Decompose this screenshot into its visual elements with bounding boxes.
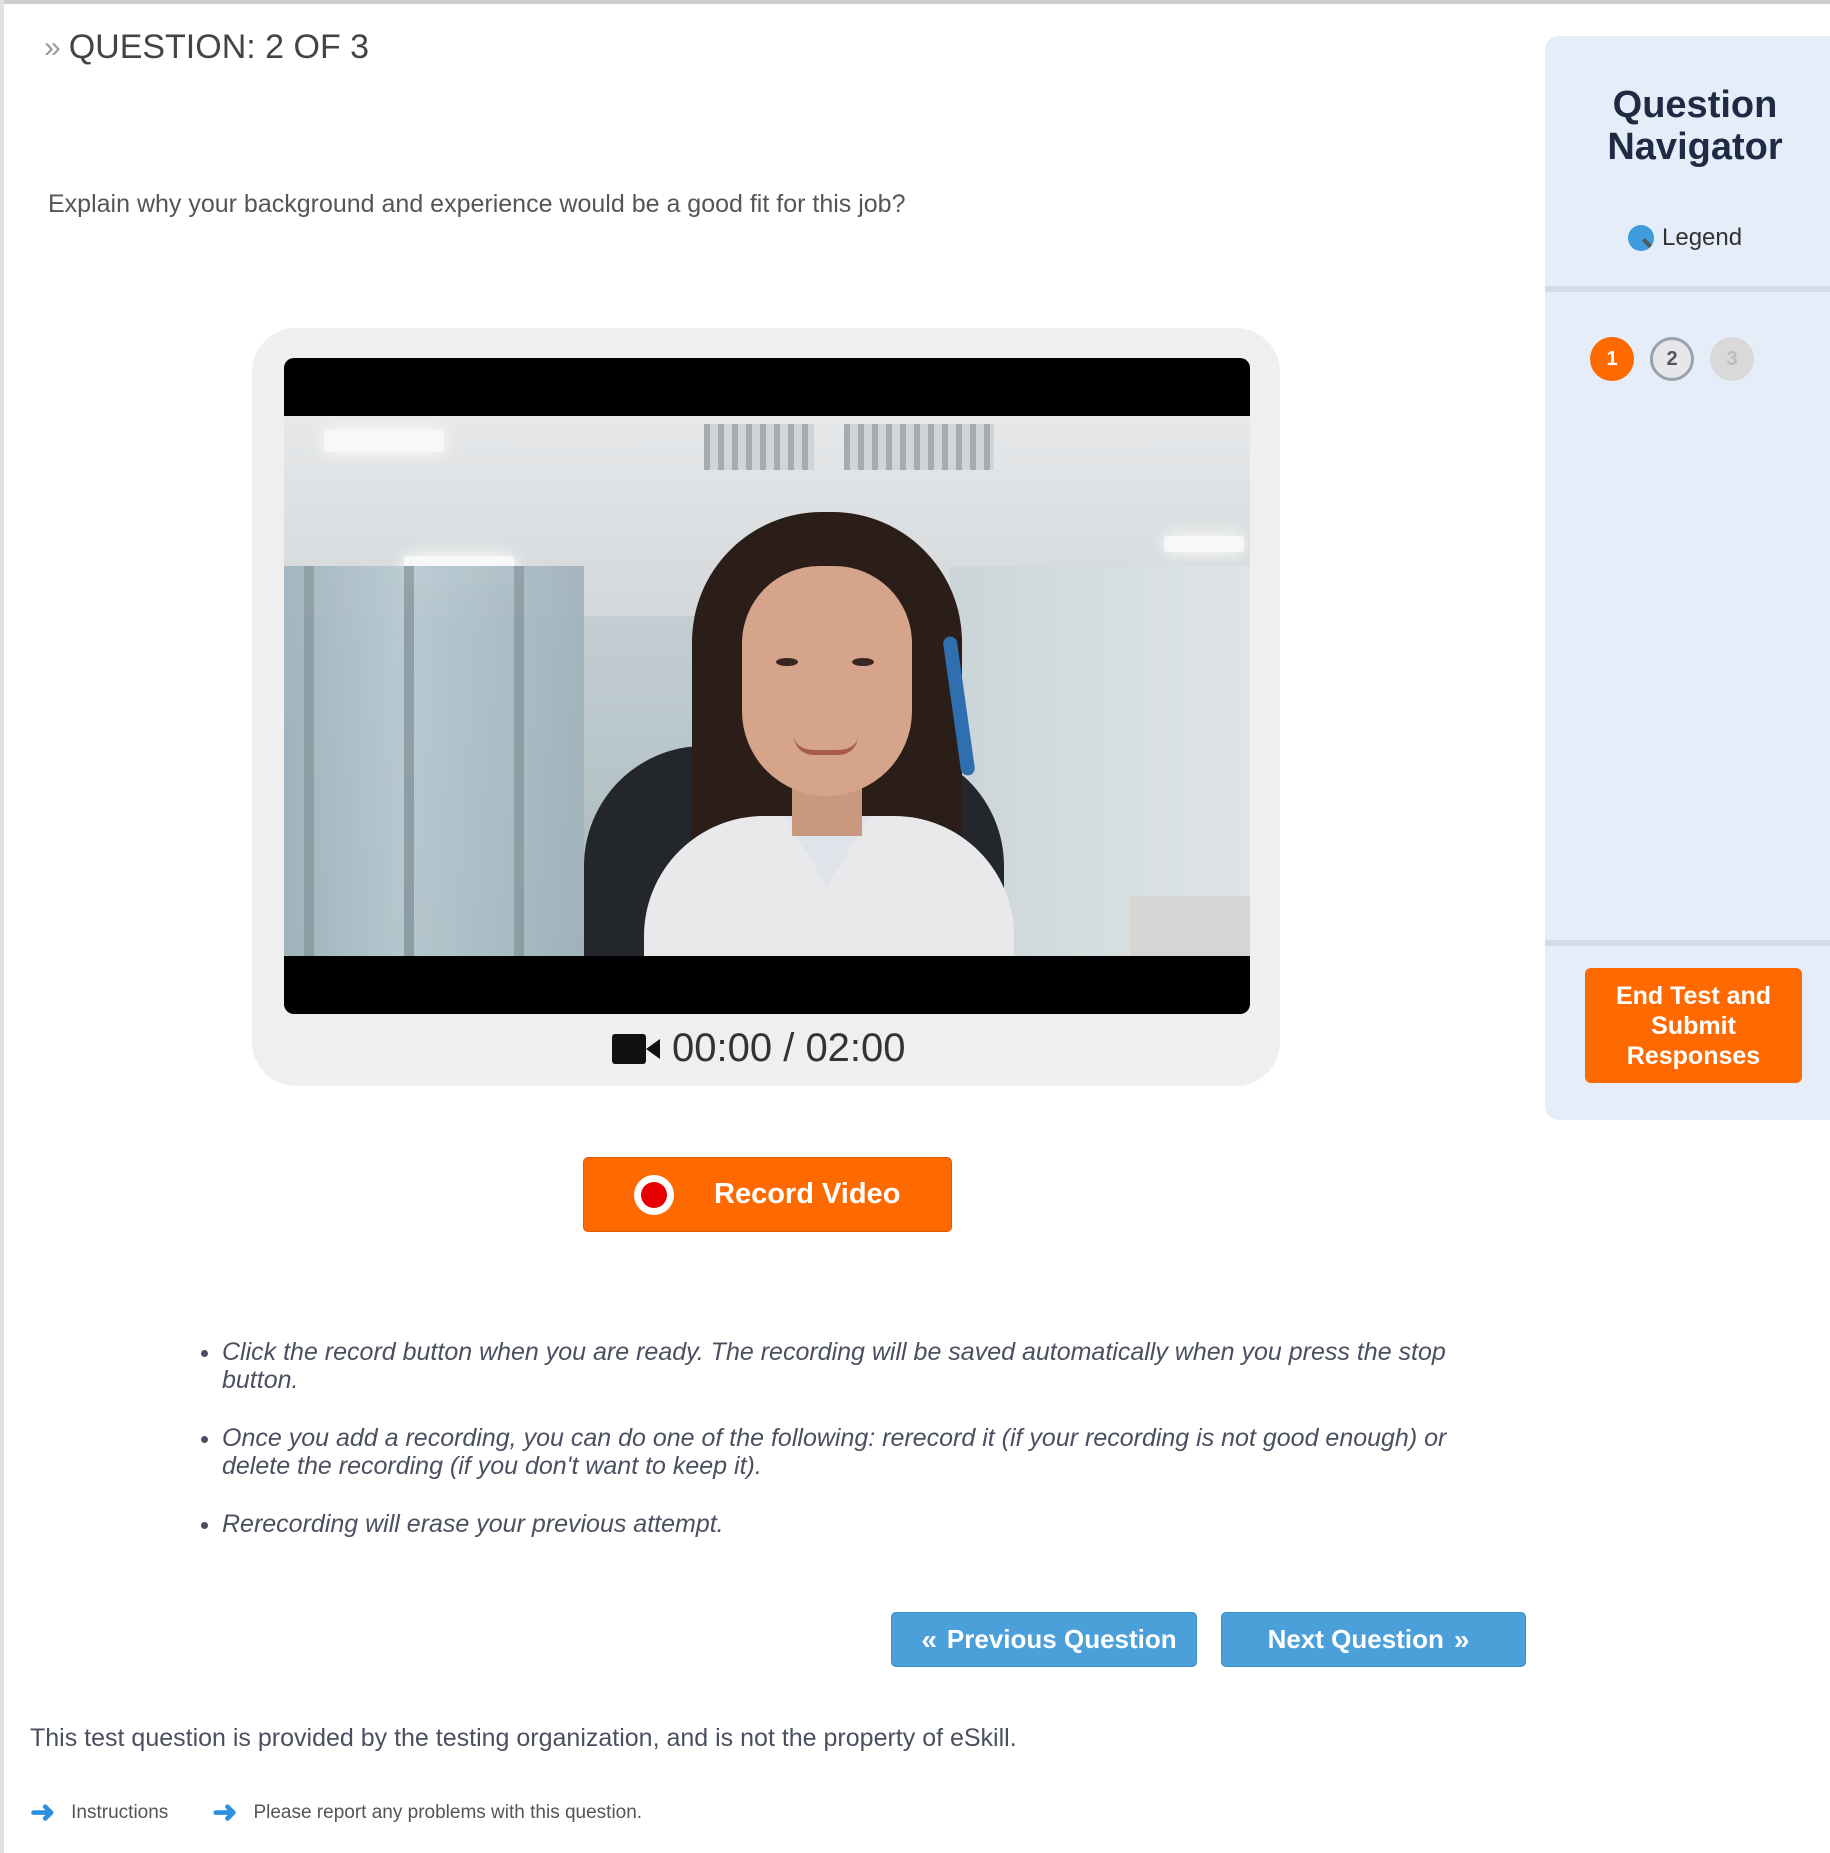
webcam-preview [284, 358, 1250, 1014]
question-bubble-3[interactable]: 3 [1710, 337, 1754, 381]
record-video-button[interactable]: Record Video [583, 1157, 952, 1232]
report-problem-link[interactable]: ➜ Please report any problems with this q… [212, 1795, 642, 1830]
record-video-label: Record Video [714, 1178, 901, 1210]
question-header: » QUESTION: 2 OF 3 [44, 28, 369, 67]
instruction-list: Click the record button when you are rea… [190, 1338, 1462, 1568]
arrow-right-icon: ➜ [212, 1796, 238, 1829]
recording-timer: 00:00 / 02:00 [612, 1026, 906, 1071]
end-test-label: End Test and Submit Responses [1615, 981, 1772, 1070]
previous-question-button[interactable]: « Previous Question [891, 1612, 1197, 1667]
navigator-divider [1545, 286, 1830, 292]
record-dot-icon [634, 1174, 674, 1215]
navigator-title: Question Navigator [1607, 84, 1783, 168]
question-counter: QUESTION: 2 OF 3 [68, 28, 370, 66]
navigator-divider [1545, 940, 1830, 946]
double-chevron-right-icon: » [44, 30, 61, 64]
legend-label: Legend [1662, 224, 1743, 251]
question-navigator-panel [1545, 36, 1830, 1120]
end-test-submit-button[interactable]: End Test and Submit Responses [1585, 968, 1802, 1083]
question-bubbles: 1 2 3 [1590, 337, 1770, 381]
double-chevron-right-icon: » [1453, 1623, 1470, 1655]
question-prompt: Explain why your background and experien… [48, 190, 906, 218]
top-border [0, 0, 1830, 4]
instructions-link[interactable]: ➜ Instructions [30, 1795, 168, 1830]
legend-link[interactable]: Legend [1628, 224, 1742, 252]
instruction-item: Once you add a recording, you can do one… [222, 1424, 1462, 1480]
timer-text: 00:00 / 02:00 [672, 1026, 906, 1070]
instruction-item: Rerecording will erase your previous att… [222, 1510, 1462, 1538]
legend-magnifier-icon [1628, 225, 1654, 251]
previous-question-label: Previous Question [946, 1624, 1177, 1654]
report-problem-link-label: Please report any problems with this que… [253, 1801, 643, 1823]
footer-links: ➜ Instructions ➜ Please report any probl… [30, 1795, 686, 1830]
question-bubble-1[interactable]: 1 [1590, 337, 1634, 381]
left-border [0, 0, 4, 1853]
arrow-right-icon: ➜ [30, 1796, 56, 1829]
ownership-note: This test question is provided by the te… [30, 1724, 1017, 1752]
next-question-button[interactable]: Next Question » [1221, 1612, 1526, 1667]
instruction-item: Click the record button when you are rea… [222, 1338, 1462, 1394]
video-camera-icon [612, 1033, 660, 1064]
instructions-link-label: Instructions [71, 1801, 169, 1823]
question-bubble-2[interactable]: 2 [1650, 337, 1694, 381]
webcam-image [284, 416, 1250, 956]
next-question-label: Next Question [1267, 1624, 1444, 1654]
double-chevron-left-icon: « [921, 1623, 937, 1655]
